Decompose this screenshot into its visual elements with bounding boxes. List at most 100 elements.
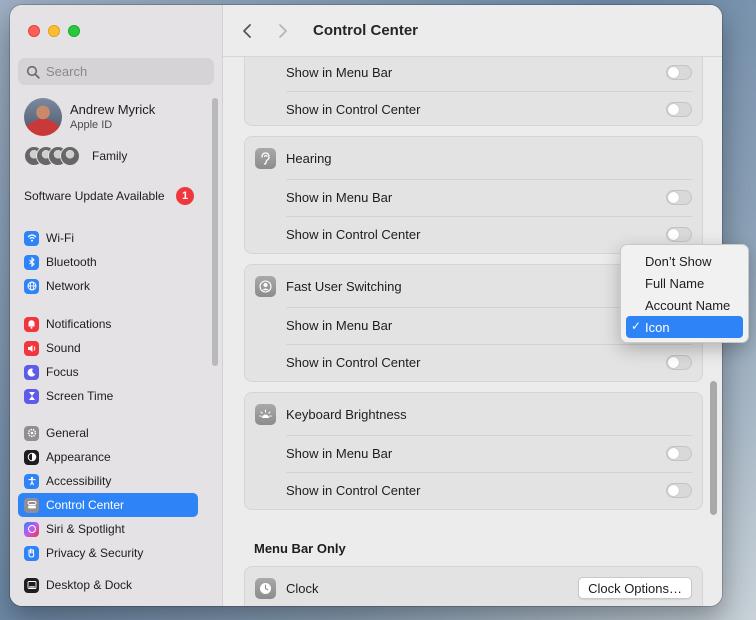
bluetooth-icon bbox=[24, 254, 39, 270]
ear-icon bbox=[255, 147, 276, 169]
setting-label: Show in Control Center bbox=[286, 355, 421, 370]
sidebar-item-network[interactable]: Network bbox=[18, 274, 198, 298]
sidebar-item-siri-spotlight[interactable]: Siri & Spotlight bbox=[18, 517, 198, 541]
search-input[interactable] bbox=[46, 64, 206, 79]
sidebar-scrollbar[interactable] bbox=[212, 98, 218, 366]
zoom-button[interactable] bbox=[68, 25, 80, 37]
hand-icon bbox=[24, 545, 39, 561]
menu-bar-toggle[interactable] bbox=[666, 446, 692, 461]
appearance-icon bbox=[24, 449, 39, 465]
menu-item-icon[interactable]: ✓ Icon bbox=[626, 316, 743, 338]
sidebar-item-general[interactable]: General bbox=[18, 421, 198, 445]
sidebar-item-bluetooth[interactable]: Bluetooth bbox=[18, 250, 198, 274]
clock-options-button[interactable]: Clock Options… bbox=[578, 577, 692, 599]
control-center-toggle[interactable] bbox=[666, 355, 692, 370]
main-scrollbar[interactable] bbox=[710, 381, 717, 515]
sidebar-item-wifi[interactable]: Wi-Fi bbox=[18, 226, 198, 250]
setting-row: Show in Menu Bar bbox=[245, 54, 702, 91]
update-count-badge: 1 bbox=[176, 187, 194, 205]
setting-row: Show in Control Center bbox=[245, 91, 702, 125]
menu-item-account-name[interactable]: Account Name bbox=[626, 294, 743, 316]
setting-row: Show in Menu Bar bbox=[245, 179, 702, 216]
menu-bar-toggle[interactable] bbox=[666, 190, 692, 205]
keyboard-brightness-icon bbox=[255, 403, 276, 425]
software-update-label: Software Update Available bbox=[24, 189, 165, 203]
show-in-menu-bar-popup: Don’t Show Full Name Account Name ✓ Icon bbox=[620, 244, 749, 343]
sidebar-item-privacy-security[interactable]: Privacy & Security bbox=[18, 541, 198, 565]
sidebar-group-notifications: Notifications Sound Focus Screen Time bbox=[18, 312, 198, 408]
sidebar-item-control-center[interactable]: Control Center bbox=[18, 493, 198, 517]
search-field[interactable] bbox=[18, 58, 214, 85]
family-label: Family bbox=[92, 149, 128, 163]
speaker-icon bbox=[24, 340, 39, 356]
software-update-item[interactable]: Software Update Available 1 bbox=[24, 187, 194, 205]
page-title: Control Center bbox=[313, 22, 418, 39]
keyboard-header: Keyboard Brightness bbox=[245, 393, 702, 435]
chevron-right-icon bbox=[279, 23, 287, 38]
setting-label: Show in Menu Bar bbox=[286, 65, 393, 80]
sidebar-item-label: Privacy & Security bbox=[46, 546, 144, 560]
sidebar-item-label: Bluetooth bbox=[46, 255, 97, 269]
sidebar-item-label: General bbox=[46, 426, 89, 440]
apple-id-profile[interactable]: Andrew Myrick Apple ID bbox=[24, 98, 155, 136]
sidebar-item-label: Sound bbox=[46, 341, 81, 355]
sidebar-item-screen-time[interactable]: Screen Time bbox=[18, 384, 198, 408]
sidebar-item-label: Desktop & Dock bbox=[46, 578, 133, 592]
menu-bar-toggle[interactable] bbox=[666, 65, 692, 80]
avatar bbox=[24, 98, 62, 136]
minimize-button[interactable] bbox=[48, 25, 60, 37]
control-center-toggle[interactable] bbox=[666, 483, 692, 498]
family-item[interactable]: Family bbox=[24, 146, 127, 166]
setting-label: Show in Control Center bbox=[286, 227, 421, 242]
section-title: Menu Bar Only bbox=[254, 541, 346, 556]
sidebar-item-focus[interactable]: Focus bbox=[18, 360, 198, 384]
search-icon bbox=[26, 65, 40, 79]
sidebar-item-sound[interactable]: Sound bbox=[18, 336, 198, 360]
setting-row: Show in Control Center bbox=[245, 472, 702, 509]
sidebar-group-general: General Appearance Accessibility Control… bbox=[18, 421, 198, 565]
sidebar-item-label: Accessibility bbox=[46, 474, 112, 488]
family-avatar bbox=[60, 146, 80, 166]
sidebar: Andrew Myrick Apple ID Family Software U… bbox=[10, 5, 223, 606]
sidebar-item-label: Control Center bbox=[46, 498, 125, 512]
clock-card: Clock Clock Options… bbox=[244, 566, 703, 606]
back-button[interactable] bbox=[233, 17, 261, 45]
menu-item-label: Don’t Show bbox=[645, 253, 712, 269]
menu-item-full-name[interactable]: Full Name bbox=[626, 272, 743, 294]
sidebar-item-accessibility[interactable]: Accessibility bbox=[18, 469, 198, 493]
keyboard-brightness-card: Keyboard Brightness Show in Menu Bar Sho… bbox=[244, 392, 703, 510]
control-center-icon bbox=[24, 497, 39, 513]
clock-icon bbox=[255, 577, 276, 599]
control-center-toggle[interactable] bbox=[666, 102, 692, 117]
wifi-icon bbox=[24, 230, 39, 246]
gear-icon bbox=[24, 425, 39, 441]
menu-item-dont-show[interactable]: Don’t Show bbox=[626, 250, 743, 272]
sidebar-item-label: Screen Time bbox=[46, 389, 114, 403]
close-button[interactable] bbox=[28, 25, 40, 37]
dock-icon bbox=[24, 577, 39, 593]
sidebar-item-label: Wi-Fi bbox=[46, 231, 74, 245]
setting-label: Show in Control Center bbox=[286, 483, 421, 498]
forward-button[interactable] bbox=[269, 17, 297, 45]
checkmark-icon: ✓ bbox=[631, 319, 642, 333]
menu-item-label: Account Name bbox=[645, 297, 731, 313]
sidebar-item-label: Focus bbox=[46, 365, 79, 379]
menu-item-label: Full Name bbox=[645, 275, 705, 291]
keyboard-title: Keyboard Brightness bbox=[286, 406, 407, 422]
window-controls bbox=[28, 25, 80, 37]
menu-item-label: Icon bbox=[645, 319, 670, 335]
clock-label: Clock bbox=[286, 580, 319, 596]
setting-row: Show in Menu Bar bbox=[245, 435, 702, 472]
user-circle-icon bbox=[255, 275, 276, 297]
sidebar-item-notifications[interactable]: Notifications bbox=[18, 312, 198, 336]
bell-icon bbox=[24, 316, 39, 332]
sidebar-item-appearance[interactable]: Appearance bbox=[18, 445, 198, 469]
setting-label: Show in Menu Bar bbox=[286, 318, 393, 333]
sidebar-item-desktop-dock[interactable]: Desktop & Dock bbox=[18, 573, 198, 597]
setting-label: Show in Control Center bbox=[286, 102, 421, 117]
setting-label: Show in Menu Bar bbox=[286, 190, 393, 205]
control-center-toggle[interactable] bbox=[666, 227, 692, 242]
sidebar-item-label: Notifications bbox=[46, 317, 112, 331]
chevron-left-icon bbox=[243, 23, 251, 38]
hearing-card: Hearing Show in Menu Bar Show in Control… bbox=[244, 136, 703, 254]
